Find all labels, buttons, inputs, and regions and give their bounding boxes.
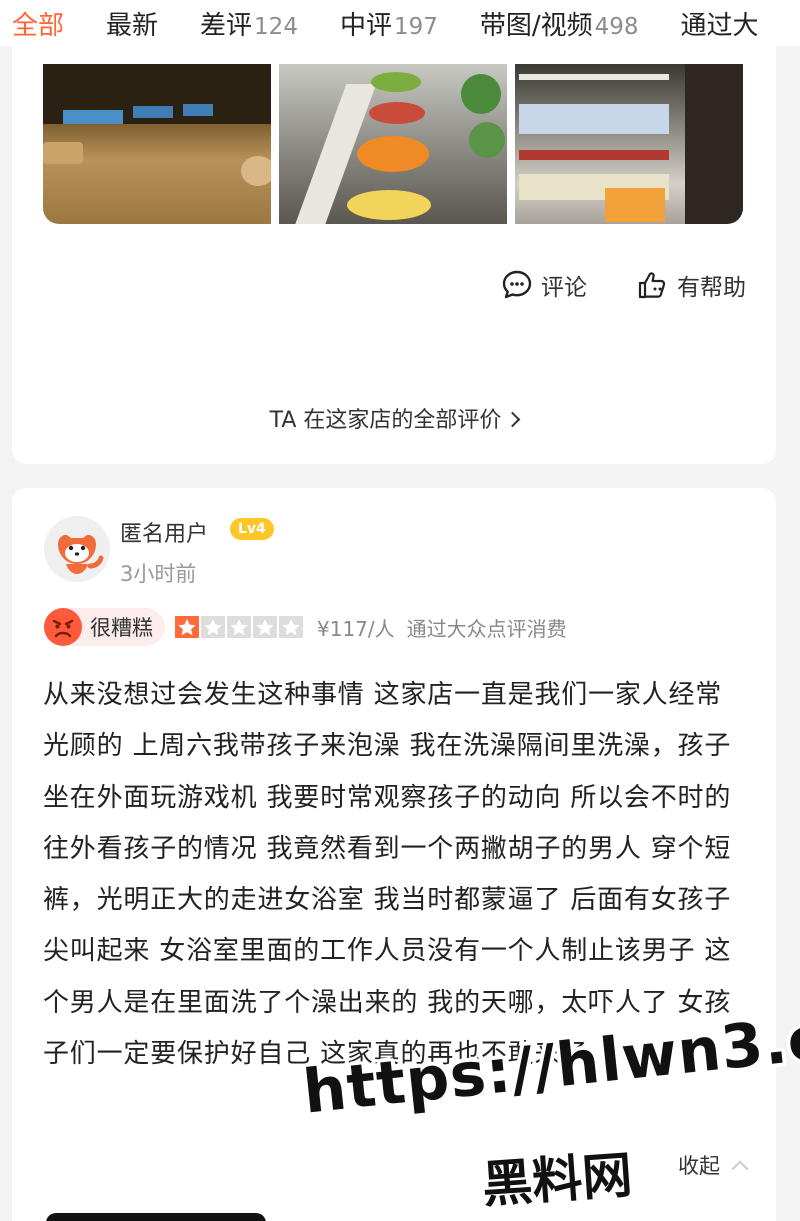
avatar[interactable] bbox=[44, 516, 110, 582]
review-actions: 评论 有帮助 bbox=[501, 268, 746, 302]
collapse-label: 收起 bbox=[678, 1154, 720, 1178]
consumption-source: 通过大众点评消费 bbox=[406, 616, 567, 641]
tab-latest[interactable]: 最新 bbox=[106, 5, 158, 42]
tab-label: 差评 bbox=[200, 10, 253, 41]
comment-button[interactable]: 评论 bbox=[501, 268, 587, 302]
tab-label: 全部 bbox=[12, 10, 65, 41]
all-reviews-label: TA 在这家店的全部评价 bbox=[269, 408, 502, 433]
comment-label: 评论 bbox=[541, 275, 587, 301]
tab-count: 498 bbox=[594, 13, 639, 40]
chevron-up-icon bbox=[731, 1160, 749, 1178]
angry-face-icon bbox=[44, 608, 82, 646]
star-empty-icon bbox=[279, 616, 303, 638]
price-per-person: ¥117/人 bbox=[317, 616, 395, 641]
tab-count: 197 bbox=[393, 13, 438, 40]
tab-negative[interactable]: 差评 124 bbox=[200, 5, 298, 42]
star-rating bbox=[175, 616, 305, 638]
username[interactable]: 匿名用户 bbox=[120, 516, 208, 548]
tab-all[interactable]: 全部 bbox=[12, 5, 64, 42]
previous-review-card: 评论 有帮助 TA 在这家店的全部评价 bbox=[12, 46, 776, 464]
star-empty-icon bbox=[201, 616, 225, 638]
review-text: 从来没想过会发生这种事情 这家店一直是我们一家人经常光顾的 上周六我带孩子来泡澡… bbox=[43, 680, 732, 1070]
mood-badge: 很糟糕 bbox=[44, 608, 165, 646]
review-filter-tabs: 全部 最新 差评 124 中评 197 带图/视频 498 通过大 bbox=[0, 0, 800, 46]
tab-label: 中评 bbox=[339, 10, 392, 41]
helpful-label: 有帮助 bbox=[677, 275, 746, 301]
review-time: 3小时前 bbox=[120, 562, 197, 586]
review-photo-fruit[interactable] bbox=[279, 64, 507, 224]
watermark-text: 黑料网 bbox=[480, 1145, 635, 1215]
tab-count: 124 bbox=[254, 13, 298, 40]
comment-icon bbox=[502, 270, 532, 299]
tab-label: 带图/视频 bbox=[479, 10, 593, 41]
tab-verified[interactable]: 通过大 bbox=[681, 5, 759, 42]
helpful-hand-icon bbox=[638, 272, 666, 299]
helpful-button[interactable]: 有帮助 bbox=[637, 268, 746, 302]
red-panda-avatar-icon bbox=[44, 516, 110, 582]
rating-row: 很糟糕 ¥117/人 通过大众点评消费 bbox=[44, 608, 567, 646]
bottom-bar bbox=[46, 1213, 266, 1221]
tab-neutral[interactable]: 中评 197 bbox=[340, 5, 438, 42]
mood-label: 很糟糕 bbox=[90, 616, 153, 640]
tab-with-media[interactable]: 带图/视频 498 bbox=[480, 5, 639, 42]
review-photo-lounge[interactable] bbox=[43, 64, 271, 224]
tab-label: 最新 bbox=[106, 10, 159, 41]
collapse-button[interactable]: 收起 bbox=[678, 1150, 749, 1180]
level-badge: Lv4 bbox=[230, 518, 274, 540]
review-photo-fridge[interactable] bbox=[515, 64, 743, 224]
star-empty-icon bbox=[253, 616, 277, 638]
star-empty-icon bbox=[227, 616, 251, 638]
review-photos bbox=[43, 64, 743, 224]
chevron-right-icon bbox=[505, 411, 521, 428]
star-filled-icon bbox=[175, 616, 199, 638]
tab-label: 通过大 bbox=[680, 10, 759, 41]
all-reviews-link[interactable]: TA 在这家店的全部评价 bbox=[12, 402, 776, 434]
